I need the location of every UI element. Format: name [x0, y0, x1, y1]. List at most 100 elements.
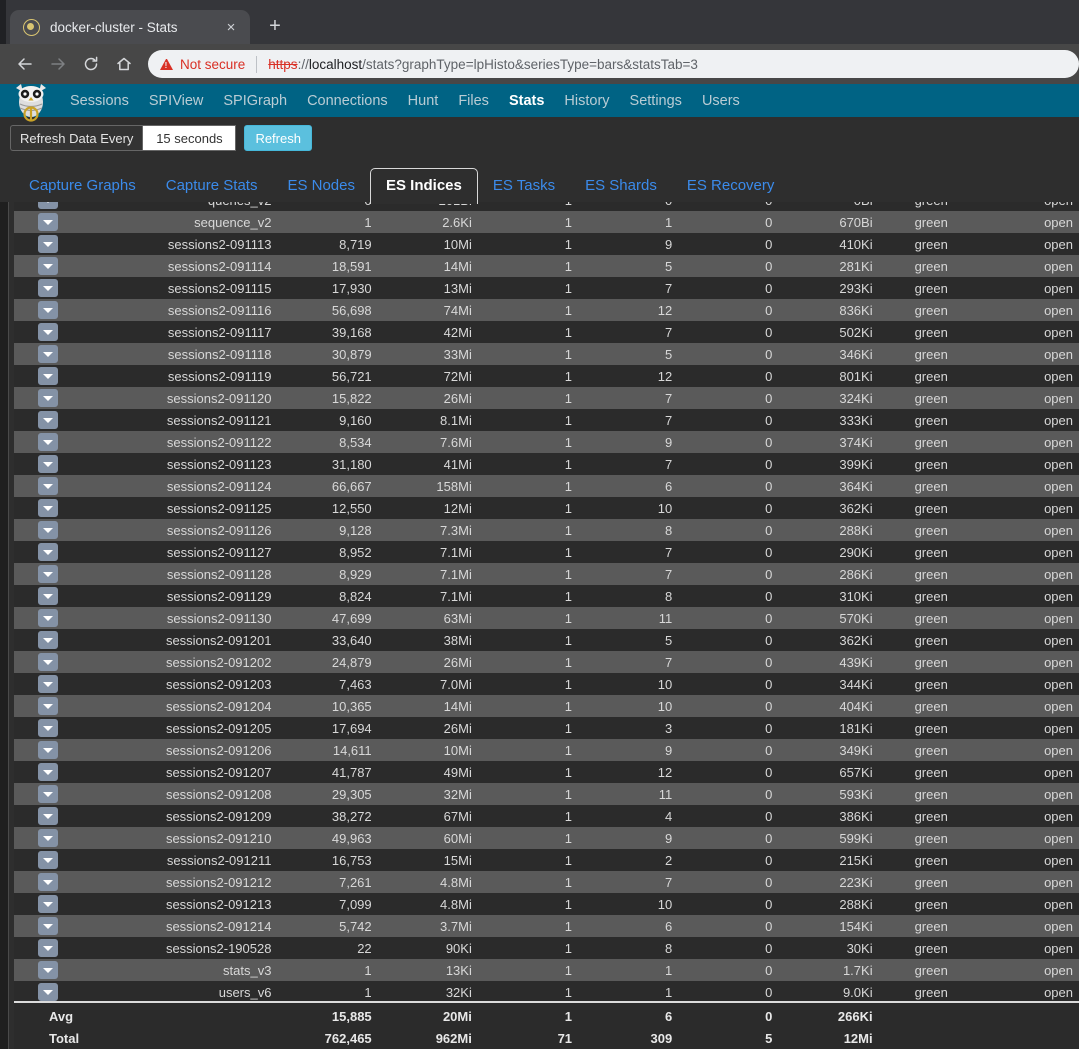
row-expand-cell[interactable]	[14, 805, 62, 827]
chevron-down-icon[interactable]	[38, 477, 58, 495]
nav-item-stats[interactable]: Stats	[499, 93, 554, 109]
nav-item-hunt[interactable]: Hunt	[398, 93, 449, 109]
browser-tab[interactable]: docker-cluster - Stats ×	[10, 10, 250, 44]
tab-capture-stats[interactable]: Capture Stats	[151, 169, 273, 203]
table-row[interactable]: sessions2-09111830,87933Mi150346Kigreeno…	[14, 343, 1079, 365]
chevron-down-icon[interactable]	[38, 301, 58, 319]
chevron-down-icon[interactable]	[38, 202, 58, 209]
row-expand-cell[interactable]	[14, 211, 62, 233]
row-expand-cell[interactable]	[14, 202, 62, 211]
row-expand-cell[interactable]	[14, 541, 62, 563]
refresh-interval-select[interactable]: 15 seconds	[142, 125, 236, 151]
chevron-down-icon[interactable]	[38, 521, 58, 539]
table-row[interactable]: sessions2-09111418,59114Mi150281Kigreeno…	[14, 255, 1079, 277]
table-row[interactable]: sessions2-09111517,93013Mi170293Kigreeno…	[14, 277, 1079, 299]
chevron-down-icon[interactable]	[38, 235, 58, 253]
row-expand-cell[interactable]	[14, 255, 62, 277]
table-row[interactable]: sessions2-0911269,1287.3Mi180288Kigreeno…	[14, 519, 1079, 541]
row-expand-cell[interactable]	[14, 453, 62, 475]
chevron-down-icon[interactable]	[38, 983, 58, 1001]
row-expand-cell[interactable]	[14, 607, 62, 629]
home-icon[interactable]	[109, 49, 139, 79]
row-expand-cell[interactable]	[14, 519, 62, 541]
row-expand-cell[interactable]	[14, 783, 62, 805]
chevron-down-icon[interactable]	[38, 565, 58, 583]
new-tab-button[interactable]: +	[260, 11, 290, 41]
close-icon[interactable]: ×	[221, 17, 241, 37]
nav-item-spigraph[interactable]: SPIGraph	[213, 93, 297, 109]
chevron-down-icon[interactable]	[38, 829, 58, 847]
table-row[interactable]: sessions2-09120517,69426Mi130181Kigreeno…	[14, 717, 1079, 739]
row-expand-cell[interactable]	[14, 827, 62, 849]
row-expand-cell[interactable]	[14, 673, 62, 695]
chevron-down-icon[interactable]	[38, 367, 58, 385]
nav-item-sessions[interactable]: Sessions	[60, 93, 139, 109]
chevron-down-icon[interactable]	[38, 609, 58, 627]
chevron-down-icon[interactable]	[38, 499, 58, 517]
chevron-down-icon[interactable]	[38, 389, 58, 407]
table-row[interactable]: sessions2-09111656,69874Mi1120836Kigreen…	[14, 299, 1079, 321]
row-expand-cell[interactable]	[14, 915, 62, 937]
row-expand-cell[interactable]	[14, 233, 62, 255]
tab-es-recovery[interactable]: ES Recovery	[672, 169, 790, 203]
chevron-down-icon[interactable]	[38, 257, 58, 275]
table-row[interactable]: sessions2-09120741,78749Mi1120657Kigreen…	[14, 761, 1079, 783]
chevron-down-icon[interactable]	[38, 411, 58, 429]
table-row[interactable]: sessions2-0911288,9297.1Mi170286Kigreeno…	[14, 563, 1079, 585]
chevron-down-icon[interactable]	[38, 961, 58, 979]
row-expand-cell[interactable]	[14, 497, 62, 519]
nav-item-settings[interactable]: Settings	[620, 93, 692, 109]
row-expand-cell[interactable]	[14, 585, 62, 607]
row-expand-cell[interactable]	[14, 717, 62, 739]
row-expand-cell[interactable]	[14, 761, 62, 783]
chevron-down-icon[interactable]	[38, 543, 58, 561]
refresh-button[interactable]: Refresh	[244, 125, 312, 151]
tab-es-indices[interactable]: ES Indices	[370, 168, 478, 204]
chevron-down-icon[interactable]	[38, 675, 58, 693]
row-expand-cell[interactable]	[14, 959, 62, 981]
row-expand-cell[interactable]	[14, 321, 62, 343]
table-row[interactable]: sessions2-1905282290Ki18030Kigreenopen	[14, 937, 1079, 959]
back-arrow-icon[interactable]	[10, 49, 40, 79]
row-expand-cell[interactable]	[14, 695, 62, 717]
chevron-down-icon[interactable]	[38, 697, 58, 715]
address-bar[interactable]: Not secure https://localhost/stats?graph…	[148, 50, 1079, 78]
chevron-down-icon[interactable]	[38, 279, 58, 297]
row-expand-cell[interactable]	[14, 739, 62, 761]
table-row[interactable]: users_v6132Ki1109.0Kigreenopen	[14, 981, 1079, 1003]
row-expand-cell[interactable]	[14, 871, 62, 893]
forward-arrow-icon[interactable]	[43, 49, 73, 79]
table-row[interactable]: sessions2-09120224,87926Mi170439Kigreeno…	[14, 651, 1079, 673]
chevron-down-icon[interactable]	[38, 587, 58, 605]
chevron-down-icon[interactable]	[38, 851, 58, 869]
nav-item-files[interactable]: Files	[448, 93, 499, 109]
nav-item-history[interactable]: History	[554, 93, 619, 109]
table-row[interactable]: sessions2-09120614,61110Mi190349Kigreeno…	[14, 739, 1079, 761]
table-row[interactable]: sessions2-09111956,72172Mi1120801Kigreen…	[14, 365, 1079, 387]
table-row[interactable]: sessions2-09120938,27267Mi140386Kigreeno…	[14, 805, 1079, 827]
owl-logo-icon[interactable]	[10, 84, 52, 117]
row-expand-cell[interactable]	[14, 409, 62, 431]
row-expand-cell[interactable]	[14, 299, 62, 321]
table-row[interactable]: sessions2-09120133,64038Mi150362Kigreeno…	[14, 629, 1079, 651]
chevron-down-icon[interactable]	[38, 213, 58, 231]
table-row[interactable]: sessions2-09113047,69963Mi1110570Kigreen…	[14, 607, 1079, 629]
table-row[interactable]: sessions2-09120829,30532Mi1110593Kigreen…	[14, 783, 1079, 805]
chevron-down-icon[interactable]	[38, 807, 58, 825]
row-expand-cell[interactable]	[14, 629, 62, 651]
chevron-down-icon[interactable]	[38, 323, 58, 341]
table-row[interactable]: sessions2-0912137,0994.8Mi1100288Kigreen…	[14, 893, 1079, 915]
chevron-down-icon[interactable]	[38, 895, 58, 913]
tab-es-nodes[interactable]: ES Nodes	[272, 169, 370, 203]
row-expand-cell[interactable]	[14, 343, 62, 365]
row-expand-cell[interactable]	[14, 937, 62, 959]
table-row[interactable]: sessions2-09112512,55012Mi1100362Kigreen…	[14, 497, 1079, 519]
chevron-down-icon[interactable]	[38, 873, 58, 891]
table-row[interactable]: sessions2-0911278,9527.1Mi170290Kigreeno…	[14, 541, 1079, 563]
table-row[interactable]: sessions2-0912037,4637.0Mi1100344Kigreen…	[14, 673, 1079, 695]
table-row[interactable]: stats_v3113Ki1101.7Kigreenopen	[14, 959, 1079, 981]
table-row[interactable]: sessions2-0912145,7423.7Mi160154Kigreeno…	[14, 915, 1079, 937]
table-row[interactable]: sessions2-0912127,2614.8Mi170223Kigreeno…	[14, 871, 1079, 893]
table-row[interactable]: sessions2-0911219,1608.1Mi170333Kigreeno…	[14, 409, 1079, 431]
row-expand-cell[interactable]	[14, 651, 62, 673]
